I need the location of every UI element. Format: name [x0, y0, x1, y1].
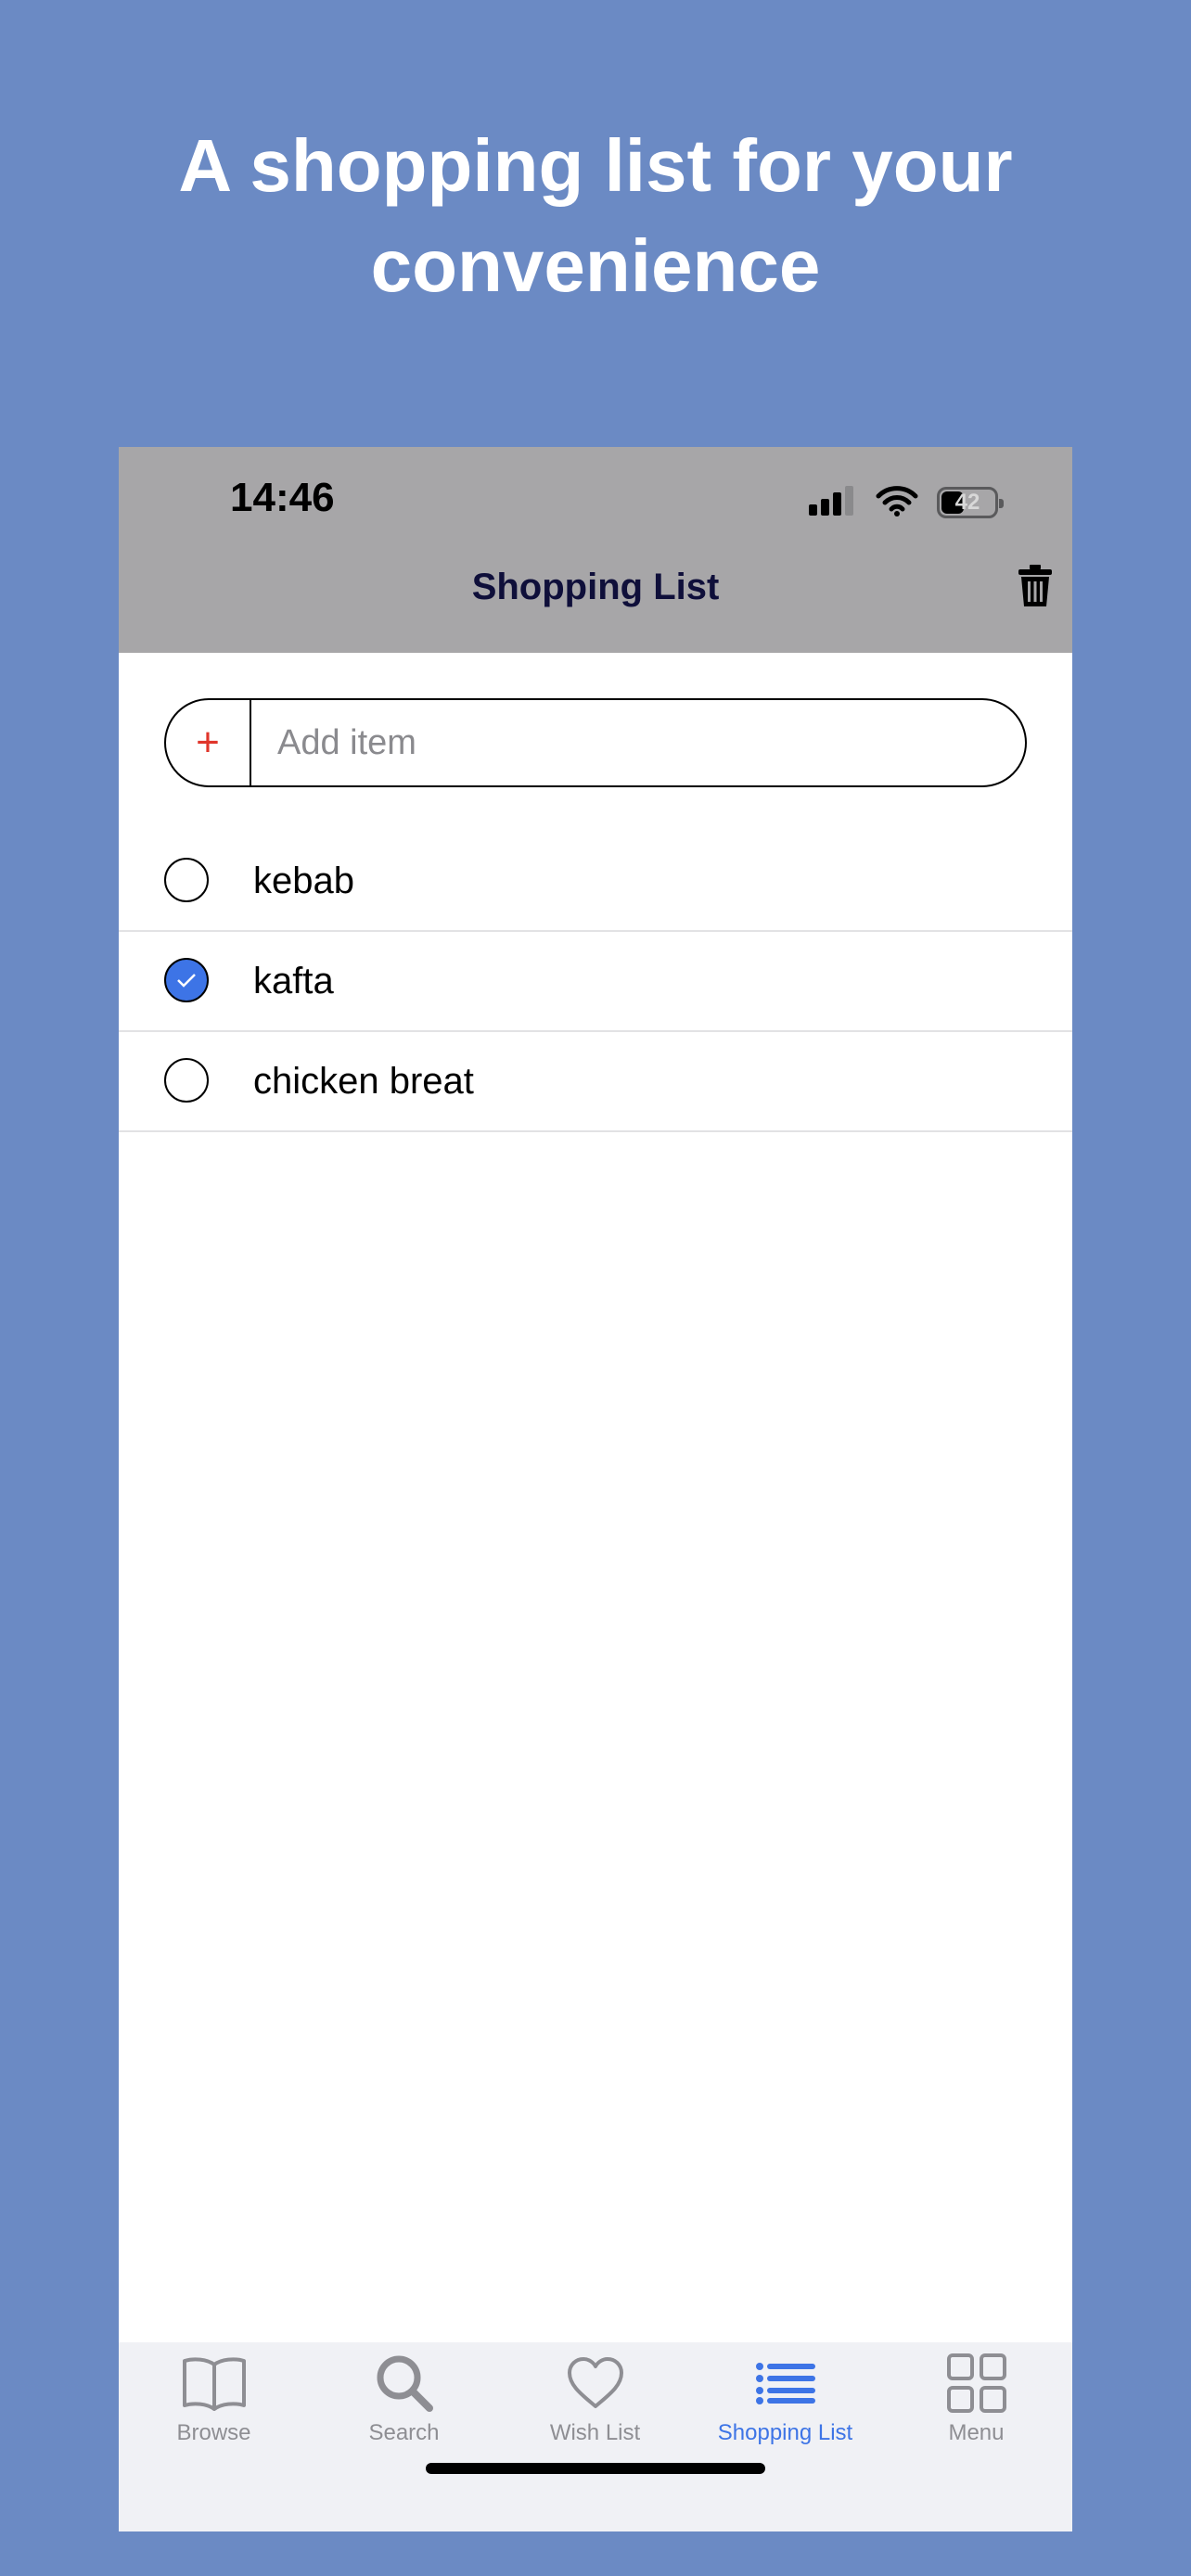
- tab-label: Wish List: [549, 2420, 641, 2445]
- tab-label: Shopping List: [717, 2420, 853, 2445]
- grid-icon: [946, 2352, 1007, 2415]
- add-item-button[interactable]: +: [166, 700, 251, 785]
- battery-cap: [999, 499, 1004, 508]
- tab-label: Search: [368, 2420, 440, 2445]
- trash-icon: [1018, 564, 1053, 613]
- tab-menu[interactable]: Menu: [881, 2342, 1071, 2454]
- list-item[interactable]: kafta: [119, 932, 1072, 1032]
- list-item[interactable]: kebab: [119, 832, 1072, 932]
- list-item[interactable]: chicken breat: [119, 1032, 1072, 1132]
- tab-wish-list[interactable]: Wish List: [500, 2342, 690, 2454]
- wifi-icon: [876, 485, 918, 521]
- item-label: kafta: [253, 960, 334, 1001]
- tab-bar: Browse Search Wish List Shopping List Me…: [119, 2342, 1072, 2531]
- heart-icon: [566, 2352, 625, 2415]
- tab-label: Browse: [176, 2420, 251, 2445]
- promo-title-line-1: A shopping list for your: [178, 124, 1013, 207]
- checkbox[interactable]: [164, 1058, 209, 1103]
- item-label: chicken breat: [253, 1060, 474, 1102]
- promo-title-line-2: convenience: [370, 224, 821, 307]
- status-icons: 42: [809, 484, 1004, 521]
- checkmark-icon: [177, 974, 196, 988]
- tab-browse[interactable]: Browse: [119, 2342, 309, 2454]
- cellular-signal-icon: [809, 485, 857, 520]
- battery-level: 42: [954, 490, 980, 515]
- add-item-bar: +: [164, 698, 1027, 787]
- tab-label: Menu: [948, 2420, 1005, 2445]
- tab-shopping-list[interactable]: Shopping List: [690, 2342, 880, 2454]
- battery-icon: 42: [937, 487, 1004, 518]
- tab-search[interactable]: Search: [309, 2342, 499, 2454]
- add-item-input[interactable]: [251, 700, 1025, 785]
- checkbox[interactable]: [164, 958, 209, 1002]
- home-indicator: [426, 2463, 765, 2474]
- book-icon: [181, 2352, 248, 2415]
- search-icon: [375, 2352, 434, 2415]
- checkbox[interactable]: [164, 858, 209, 902]
- item-label: kebab: [253, 860, 354, 901]
- status-bar: 14:46 42: [119, 447, 1072, 558]
- phone-screen: 14:46 42 Shopping List + Add item kebab …: [119, 447, 1072, 2531]
- delete-all-button[interactable]: [1011, 562, 1059, 614]
- shopping-list: kebab kafta chicken breat: [119, 832, 1072, 1132]
- status-time: 14:46: [230, 475, 335, 520]
- navigation-bar: Shopping List: [119, 558, 1072, 653]
- promo-title: A shopping list for your convenience: [0, 116, 1191, 316]
- nav-title: Shopping List: [471, 566, 720, 607]
- list-icon: [755, 2352, 815, 2415]
